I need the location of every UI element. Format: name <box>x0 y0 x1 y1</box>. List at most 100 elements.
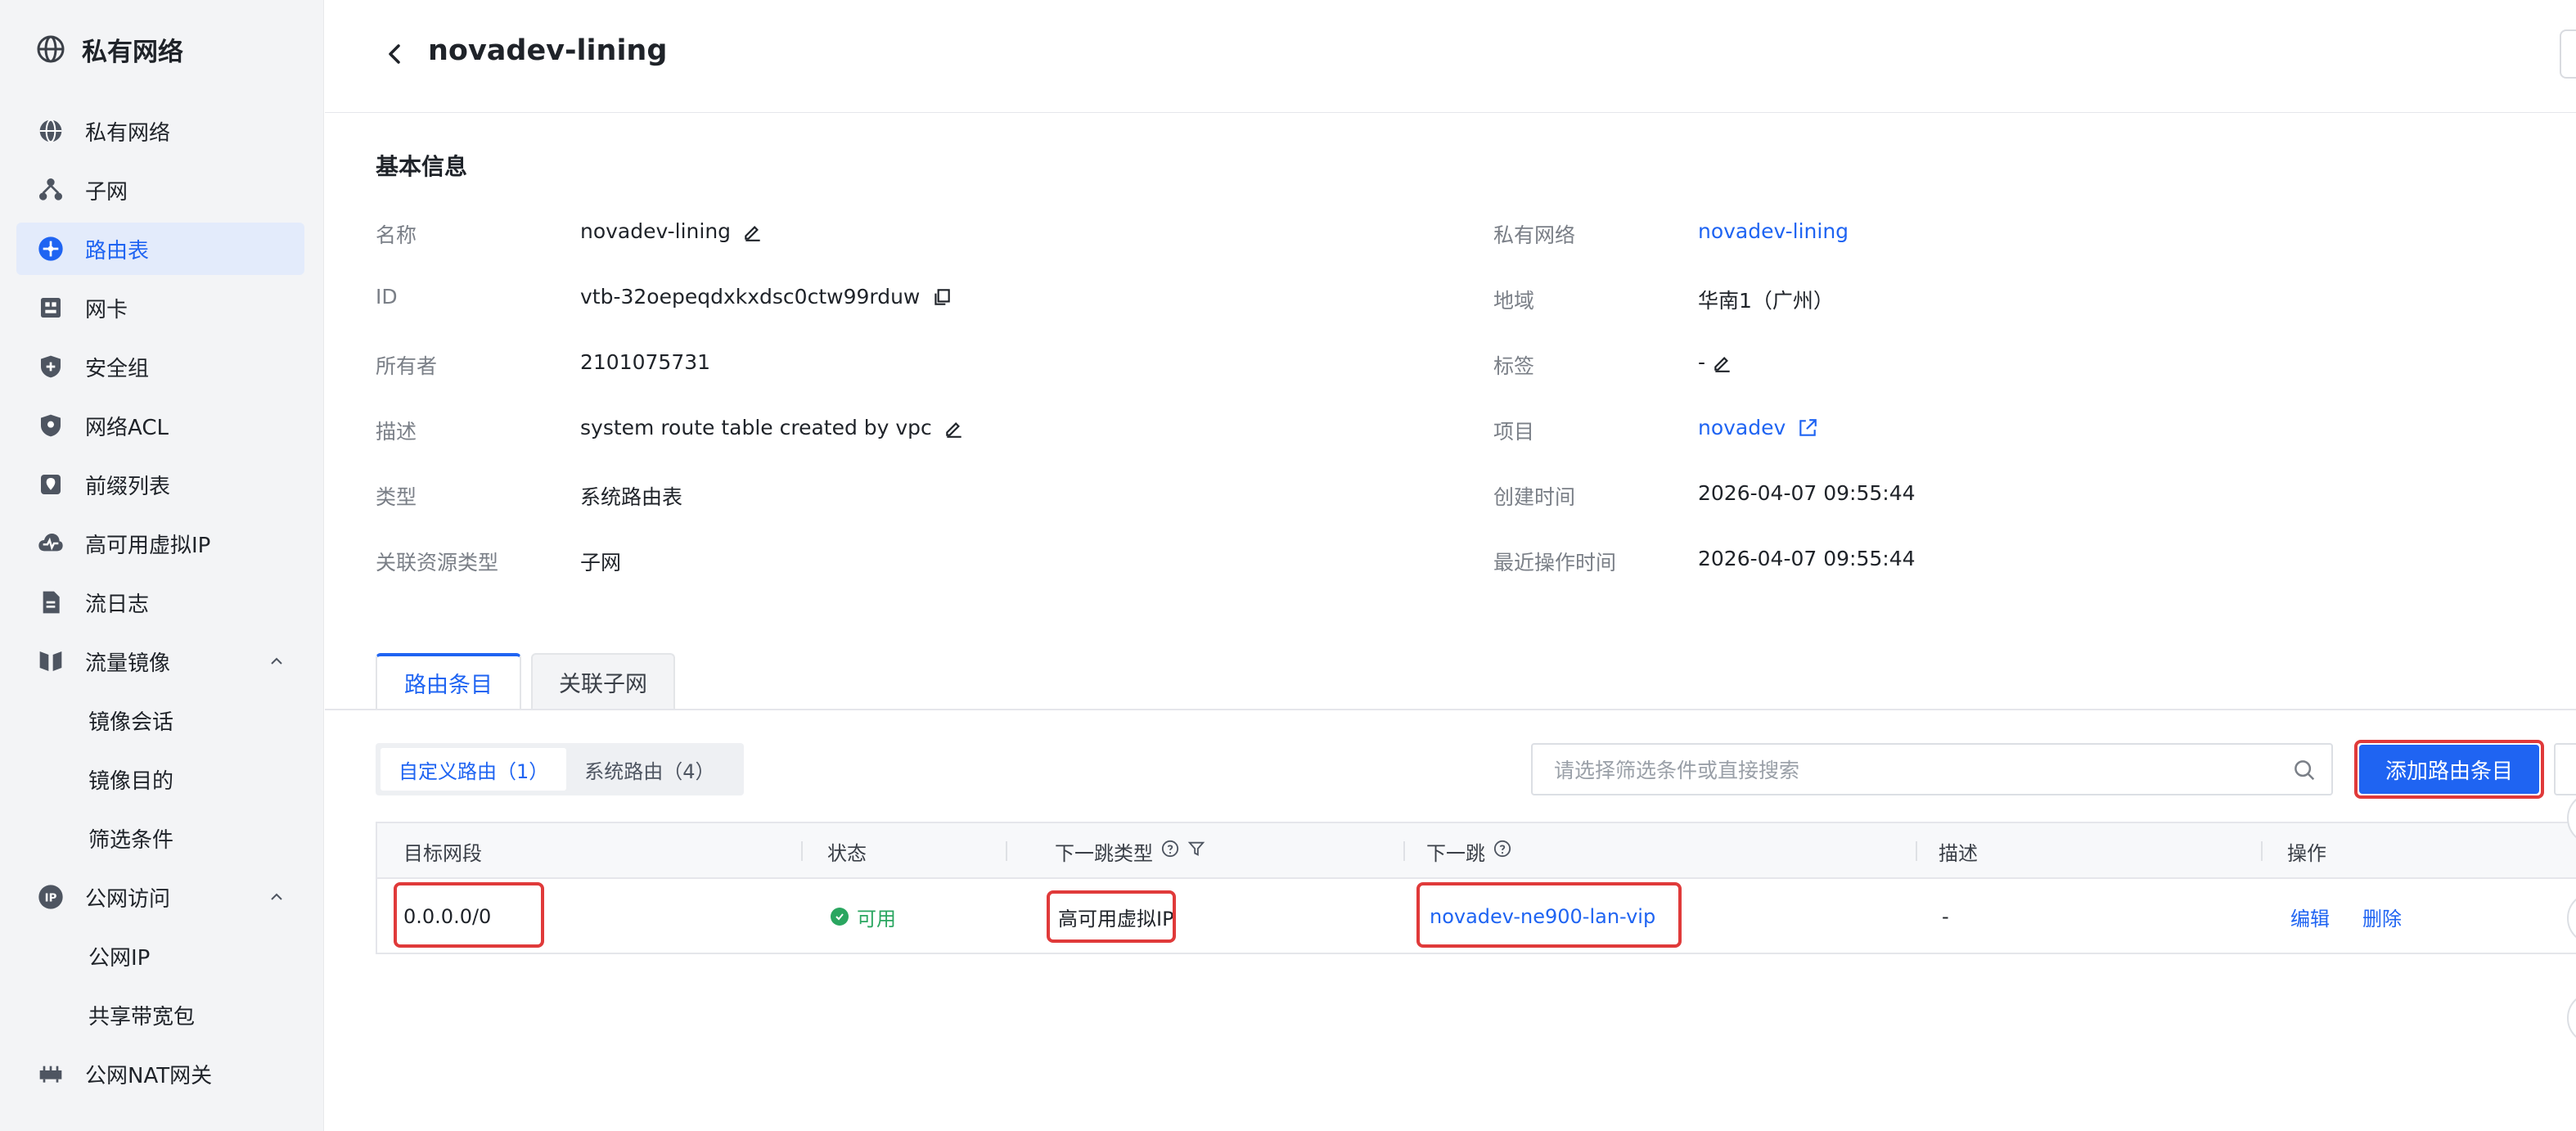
sidebar-item-shared-bandwidth[interactable]: 共享带宽包 <box>16 989 304 1041</box>
col-destination: 目标网段 <box>403 823 482 879</box>
help-icon[interactable] <box>1161 840 1179 863</box>
globe-icon <box>36 116 65 146</box>
info-label-tags: 标签 <box>1493 354 1535 378</box>
owner-text: 2101075731 <box>580 350 711 374</box>
sidebar-item-mirror-target[interactable]: 镜像目的 <box>16 753 304 805</box>
sidebar-header: 私有网络 <box>36 31 183 67</box>
highlight-destination <box>394 882 544 948</box>
delete-route-link[interactable]: 删除 <box>2362 903 2402 931</box>
column-divider <box>1403 841 1405 861</box>
copy-icon[interactable] <box>931 286 952 308</box>
check-circle-icon <box>831 908 849 926</box>
project-text: novadev <box>1698 416 1786 439</box>
sidebar-item-havip[interactable]: 高可用虚拟IP <box>16 517 304 570</box>
sidebar-item-label: 筛选条件 <box>88 827 174 853</box>
route-icon <box>36 234 65 264</box>
info-label-created: 创建时间 <box>1493 485 1576 509</box>
public-ip-icon: IP <box>36 882 65 912</box>
sidebar-item-label: 网络ACL <box>85 415 169 440</box>
col-next-hop-label: 下一跳 <box>1426 841 1485 865</box>
info-label-project: 项目 <box>1493 420 1535 444</box>
type-text: 系统路由表 <box>580 485 683 509</box>
tab-route-entries[interactable]: 路由条目 <box>376 653 521 709</box>
info-label-resource-type: 关联资源类型 <box>376 551 499 575</box>
highlight-next-hop <box>1416 882 1682 948</box>
sidebar-item-label: 公网访问 <box>85 886 171 912</box>
sidebar-item-traffic-mirror[interactable]: 流量镜像 <box>16 635 304 687</box>
sidebar-item-flow-log[interactable]: 流日志 <box>16 576 304 629</box>
last-modified-text: 2026-04-07 09:55:44 <box>1698 547 1916 570</box>
help-icon[interactable] <box>1493 840 1511 863</box>
sidebar-item-filter-condition[interactable]: 筛选条件 <box>16 812 304 864</box>
sidebar-item-network-acl[interactable]: 网络ACL <box>16 399 304 452</box>
sidebar-item-subnet[interactable]: 子网 <box>16 164 304 216</box>
column-divider <box>2261 841 2263 861</box>
col-actions: 操作 <box>2287 823 2326 879</box>
sidebar-item-label: 子网 <box>85 179 128 205</box>
chevron-up-icon[interactable] <box>268 653 285 669</box>
external-link-icon <box>1797 417 1818 439</box>
subnet-icon <box>36 175 65 205</box>
sidebar-item-prefix-list[interactable]: 前缀列表 <box>16 458 304 511</box>
col-destination-label: 目标网段 <box>403 841 482 865</box>
col-status-label: 状态 <box>827 841 867 865</box>
info-value-id: vtb-32oepeqdxkxdsc0ctw99rduw <box>580 285 952 309</box>
name-text: novadev-lining <box>580 219 732 243</box>
back-arrow-icon[interactable] <box>382 41 408 67</box>
app-root: 私有网络 私有网络 子网 路由表 网卡 安全组 网络ACL 前缀列表 高可用虚拟… <box>0 0 2576 1131</box>
filter-icon[interactable] <box>1187 840 1205 863</box>
more-actions-button[interactable] <box>2554 743 2576 795</box>
edit-route-link[interactable]: 编辑 <box>2290 903 2330 931</box>
add-route-button[interactable]: 添加路由条目 <box>2359 745 2539 794</box>
cell-status: 可用 <box>831 881 896 953</box>
search-placeholder: 请选择筛选条件或直接搜索 <box>1554 759 1800 782</box>
prefix-list-icon <box>36 470 65 499</box>
document-icon <box>36 588 65 617</box>
sidebar-item-security-group[interactable]: 安全组 <box>16 340 304 393</box>
info-label-name: 名称 <box>376 223 417 247</box>
sidebar-item-nic[interactable]: 网卡 <box>16 282 304 334</box>
chevron-up-icon[interactable] <box>268 889 285 905</box>
main-content: novadev-lining 基本信息 名称 ID 所有者 描述 类型 关联资源… <box>325 0 2576 1131</box>
status-text: 可用 <box>857 907 896 930</box>
sidebar-item-label: 共享带宽包 <box>88 1004 196 1030</box>
sidebar-item-vpc[interactable]: 私有网络 <box>16 105 304 157</box>
header-action-button[interactable] <box>2560 29 2576 79</box>
info-label-type: 类型 <box>376 485 417 509</box>
edit-icon[interactable] <box>1712 352 1733 373</box>
table-header: 目标网段 状态 下一跳类型 下一跳 描述 操作 <box>377 823 2576 879</box>
created-text: 2026-04-07 09:55:44 <box>1698 481 1916 505</box>
tab-associated-subnets[interactable]: 关联子网 <box>531 653 675 709</box>
region-text: 华南1（广州） <box>1698 289 1834 313</box>
sidebar-item-public-ip[interactable]: 公网IP <box>16 930 304 982</box>
info-value-type: 系统路由表 <box>580 481 682 511</box>
segment-system-routes[interactable]: 系统路由（4） <box>566 748 732 791</box>
vpc-link[interactable]: novadev-lining <box>1698 219 1849 243</box>
sidebar-item-label: 高可用虚拟IP <box>85 533 211 558</box>
nic-icon <box>36 293 65 322</box>
search-input[interactable]: 请选择筛选条件或直接搜索 <box>1531 743 2333 795</box>
resource-type-text: 子网 <box>580 551 622 575</box>
edit-icon[interactable] <box>943 417 965 439</box>
info-label-last-modified: 最近操作时间 <box>1493 551 1617 575</box>
col-status: 状态 <box>827 823 867 879</box>
sidebar-item-public-access[interactable]: IP 公网访问 <box>16 871 304 923</box>
page-header: novadev-lining <box>325 0 2576 113</box>
sidebar-item-mirror-session[interactable]: 镜像会话 <box>16 694 304 746</box>
search-icon[interactable] <box>2292 758 2317 782</box>
col-actions-label: 操作 <box>2287 841 2326 865</box>
floating-tool-button[interactable] <box>2567 992 2576 1044</box>
cell-description: - <box>1942 905 1949 928</box>
description-text: system route table created by vpc <box>580 416 932 439</box>
sidebar-item-route-table[interactable]: 路由表 <box>16 223 304 275</box>
sidebar-item-label: 镜像目的 <box>88 768 174 794</box>
basic-info-title: 基本信息 <box>376 153 468 180</box>
info-label-owner: 所有者 <box>376 354 438 378</box>
project-link[interactable]: novadev <box>1698 416 1818 439</box>
segment-custom-routes[interactable]: 自定义路由（1） <box>381 748 567 791</box>
id-text: vtb-32oepeqdxkxdsc0ctw99rduw <box>580 285 921 309</box>
edit-icon[interactable] <box>742 221 763 242</box>
info-value-last-modified: 2026-04-07 09:55:44 <box>1698 547 1916 570</box>
col-description-label: 描述 <box>1939 841 1978 865</box>
sidebar-item-nat-gateway[interactable]: 公网NAT网关 <box>16 1048 304 1100</box>
